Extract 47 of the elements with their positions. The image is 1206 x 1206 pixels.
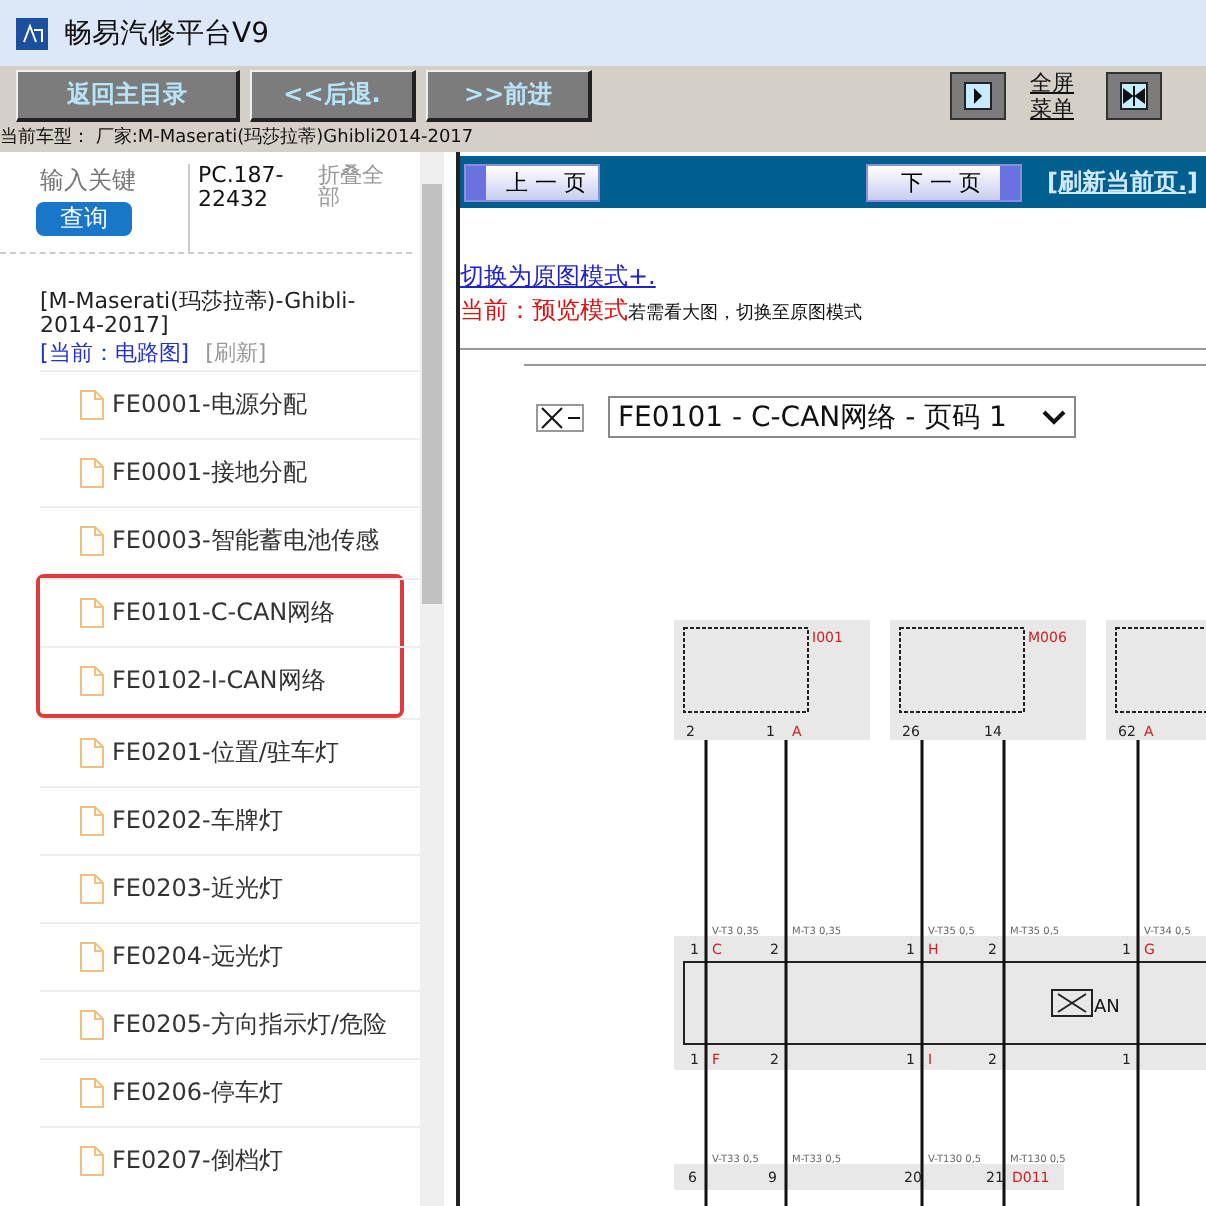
tree-item[interactable]: FE0102-I-CAN网络	[40, 646, 420, 714]
file-icon	[80, 458, 104, 488]
file-icon	[80, 874, 104, 904]
prev-page-button[interactable]: 上 一 页	[464, 163, 600, 201]
file-icon	[80, 806, 104, 836]
file-icon	[80, 390, 104, 420]
file-icon	[80, 1146, 104, 1176]
tree-item[interactable]: FE0204-远光灯	[40, 922, 420, 990]
tree-item[interactable]: FE0205-方向指示灯/危险	[40, 990, 420, 1058]
tree-item[interactable]: FE0202-车牌灯	[40, 786, 420, 854]
file-icon	[80, 666, 104, 696]
switch-mode-link[interactable]: 切换为原图模式+.	[460, 262, 656, 290]
mode-hint: 若需看大图，切换至原图模式	[628, 304, 862, 324]
fullscreen-button[interactable]	[950, 72, 1006, 120]
file-icon	[80, 942, 104, 972]
mode-label: 当前：预览模式	[460, 296, 628, 324]
page-select[interactable]: FE0101 - C-CAN网络 - 页码 1	[608, 396, 1076, 438]
file-icon	[80, 738, 104, 768]
network-icon	[1051, 989, 1093, 1017]
network-icon	[536, 403, 584, 431]
refresh-page-link[interactable]: [刷新当前页.]	[1046, 165, 1198, 199]
file-icon	[80, 1078, 104, 1108]
vehicle-model: [M-Maserati(玛莎拉蒂)-Ghibli-2014-2017]	[38, 286, 358, 338]
tree-item[interactable]: FE0207-倒档灯	[40, 1126, 420, 1194]
window-title: 畅易汽修平台V9	[64, 15, 269, 51]
current-section-link[interactable]: [当前：电路图]	[40, 340, 190, 366]
tree-item[interactable]: FE0203-近光灯	[40, 854, 420, 922]
file-icon	[80, 526, 104, 556]
scrollbar-thumb[interactable]	[422, 184, 442, 604]
part-code: PC.187-22432	[188, 164, 310, 252]
file-icon	[80, 598, 104, 628]
file-icon	[80, 1010, 104, 1040]
tree-item[interactable]: FE0003-智能蓄电池传感	[40, 506, 420, 574]
fullscreen-menu-link[interactable]: 全屏菜单	[1030, 70, 1082, 122]
query-button[interactable]: 查询	[36, 202, 132, 236]
current-model-text: 当前车型： 厂家:M-Maserati(玛莎拉蒂)Ghibli2014-2017	[0, 126, 1206, 152]
tree-item[interactable]: FE0206-停车灯	[40, 1058, 420, 1126]
chevron-down-icon	[1042, 409, 1066, 425]
app-logo-icon	[16, 17, 48, 49]
tree-item[interactable]: FE0101-C-CAN网络	[40, 578, 420, 646]
tree-item[interactable]: FE0001-电源分配	[40, 370, 420, 438]
split-view-button[interactable]	[1106, 72, 1162, 120]
diagram-label: AN	[1094, 998, 1120, 1018]
tree-item[interactable]: FE0201-位置/驻车灯	[40, 718, 420, 786]
next-page-button[interactable]: 下 一 页	[866, 163, 1023, 201]
inward-arrows-icon	[1120, 82, 1148, 110]
tree-item[interactable]: FE0001-接地分配	[40, 438, 420, 506]
